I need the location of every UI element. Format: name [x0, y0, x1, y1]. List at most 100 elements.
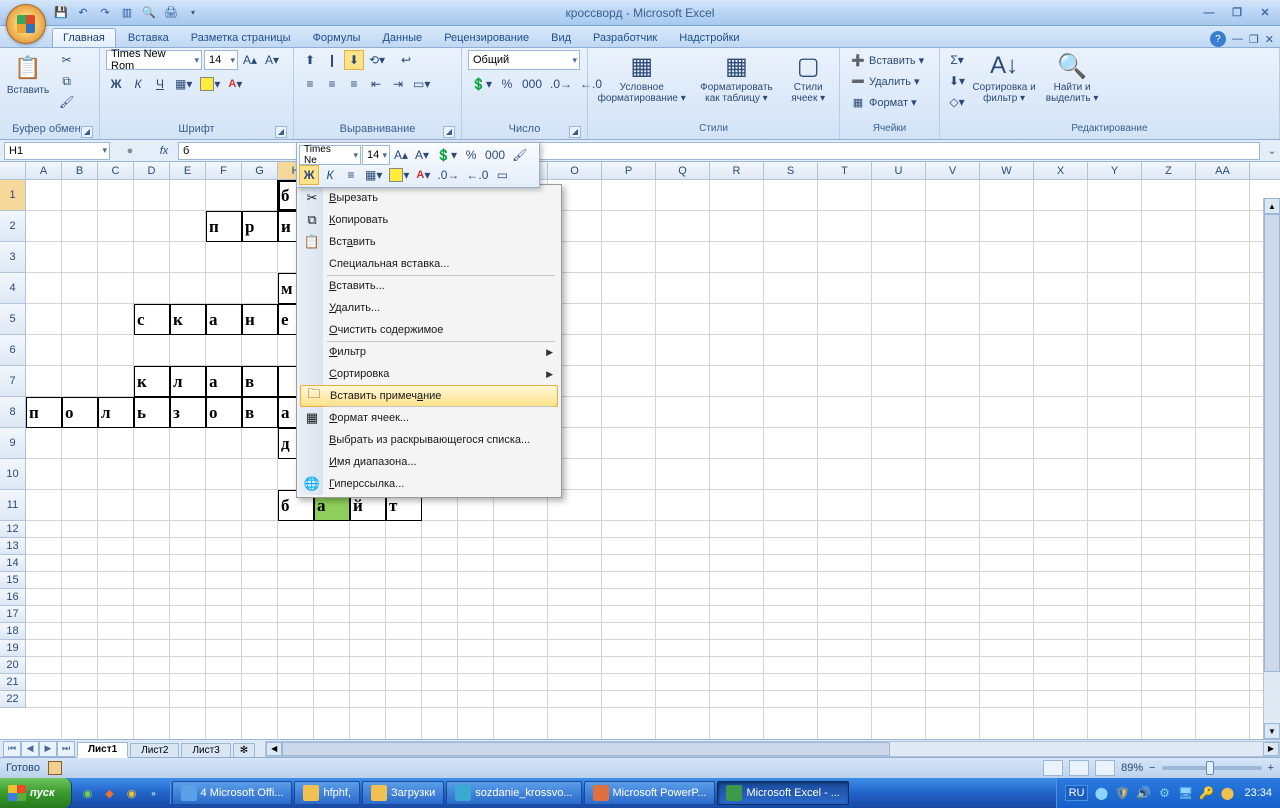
crossword-cell[interactable]: к — [170, 304, 206, 335]
underline-button[interactable]: Ч — [150, 74, 170, 94]
percent-icon[interactable]: % — [497, 74, 517, 94]
row-header[interactable]: 9 — [0, 428, 26, 459]
crossword-cell[interactable]: р — [242, 211, 278, 242]
new-sheet-button[interactable]: ✻ — [233, 743, 255, 757]
wrap-text-icon[interactable]: ↩ — [396, 50, 416, 70]
cell-styles-button[interactable]: ▢Стили ячеек ▾ — [783, 50, 833, 104]
inc-decimal-icon[interactable]: .0→ — [547, 74, 575, 94]
context-menu-item[interactable]: 📋Вставить — [299, 231, 559, 253]
font-size-combo[interactable]: 14 — [204, 50, 238, 70]
tray-icon[interactable]: 🖥 — [1177, 785, 1193, 801]
minimize-button[interactable]: ― — [1198, 4, 1220, 22]
dialog-launcher[interactable]: ◢ — [81, 126, 93, 138]
zoom-slider[interactable] — [1162, 766, 1262, 770]
row-header[interactable]: 15 — [0, 572, 26, 589]
column-header[interactable]: S — [764, 162, 818, 179]
taskbar-button[interactable]: Загрузки — [362, 781, 444, 805]
column-header[interactable]: B — [62, 162, 98, 179]
row-header[interactable]: 16 — [0, 589, 26, 606]
column-header[interactable]: U — [872, 162, 926, 179]
normal-view-icon[interactable] — [1043, 760, 1063, 776]
row-header[interactable]: 1 — [0, 180, 26, 211]
fill-color-button[interactable]: ▾ — [197, 74, 223, 94]
name-box[interactable]: H1 — [4, 142, 110, 160]
sheet-tab[interactable]: Лист2 — [130, 743, 179, 757]
insert-cells-button[interactable]: ➕Вставить ▾ — [846, 50, 928, 70]
align-right-icon[interactable]: ≡ — [344, 74, 364, 94]
mini-shrink-icon[interactable]: A▾ — [412, 145, 432, 165]
mini-size-combo[interactable]: 14 — [362, 145, 390, 165]
tab-home[interactable]: Главная — [52, 28, 116, 47]
column-header[interactable]: P — [602, 162, 656, 179]
tray-icon[interactable]: ⬤ — [1219, 785, 1235, 801]
column-header[interactable]: AA — [1196, 162, 1250, 179]
column-header[interactable]: T — [818, 162, 872, 179]
format-table-button[interactable]: ▦Форматировать как таблицу ▾ — [693, 50, 779, 104]
row-header[interactable]: 14 — [0, 555, 26, 572]
sort-filter-button[interactable]: A↓Сортировка и фильтр ▾ — [972, 50, 1036, 104]
row-header[interactable]: 12 — [0, 521, 26, 538]
sheet-tab[interactable]: Лист1 — [77, 742, 128, 758]
page-break-icon[interactable] — [1095, 760, 1115, 776]
worksheet-grid[interactable]: ABCDEFGHIJKLMNOPQRSTUVWXYZAA 12345678910… — [0, 162, 1280, 739]
save-icon[interactable]: 💾 — [52, 4, 70, 22]
crossword-cell[interactable]: л — [98, 397, 134, 428]
crossword-cell[interactable]: с — [134, 304, 170, 335]
tab-insert[interactable]: Вставка — [118, 29, 179, 47]
align-top-icon[interactable]: ⬆ — [300, 50, 320, 70]
mini-percent-icon[interactable]: % — [461, 145, 481, 165]
column-header[interactable]: E — [170, 162, 206, 179]
tab-data[interactable]: Данные — [372, 29, 432, 47]
print-preview-icon[interactable]: 🔍 — [140, 4, 158, 22]
align-center-icon[interactable]: ≡ — [322, 74, 342, 94]
column-header[interactable]: Z — [1142, 162, 1196, 179]
row-header[interactable]: 8 — [0, 397, 26, 428]
taskbar-button[interactable]: 4 Microsoft Offi... — [172, 781, 293, 805]
tab-layout[interactable]: Разметка страницы — [181, 29, 301, 47]
row-header[interactable]: 10 — [0, 459, 26, 490]
restore-button[interactable]: ❐ — [1226, 4, 1248, 22]
zoom-out-icon[interactable]: − — [1149, 762, 1155, 774]
crossword-cell[interactable]: в — [242, 366, 278, 397]
column-header[interactable]: A — [26, 162, 62, 179]
tab-prev-icon[interactable]: ◀ — [21, 741, 39, 757]
crossword-cell[interactable]: ь — [134, 397, 170, 428]
merge-button[interactable]: ▭▾ — [410, 74, 433, 94]
clock[interactable]: 23:34 — [1244, 787, 1272, 799]
fill-icon[interactable]: ⬇▾ — [946, 71, 968, 91]
mini-decdec-icon[interactable]: ←.0 — [463, 165, 491, 185]
row-header[interactable]: 18 — [0, 623, 26, 640]
dialog-launcher[interactable]: ◢ — [275, 126, 287, 138]
context-menu-item[interactable]: 🌐Гиперссылка... — [299, 473, 559, 495]
number-format-combo[interactable]: Общий — [468, 50, 580, 70]
mini-bold-button[interactable]: Ж — [299, 165, 319, 185]
help-icon[interactable]: ? — [1210, 31, 1226, 47]
mini-painter-icon[interactable]: 🖌 — [509, 145, 530, 165]
indent-inc-icon[interactable]: ⇥ — [388, 74, 408, 94]
column-header[interactable]: O — [548, 162, 602, 179]
delete-cells-button[interactable]: ➖Удалить ▾ — [846, 71, 928, 91]
column-header[interactable]: V — [926, 162, 980, 179]
column-header[interactable]: Q — [656, 162, 710, 179]
tab-view[interactable]: Вид — [541, 29, 581, 47]
context-menu-item[interactable]: ✂Вырезать — [299, 187, 559, 209]
context-menu-item[interactable]: Сортировка▶ — [299, 363, 559, 385]
mini-currency-icon[interactable]: 💲▾ — [433, 145, 460, 165]
crossword-cell[interactable]: з — [170, 397, 206, 428]
print-icon[interactable]: 🖨 — [162, 4, 180, 22]
sheet-tab[interactable]: Лист3 — [181, 743, 230, 757]
format-painter-icon[interactable]: 🖌 — [56, 92, 77, 112]
crossword-cell[interactable]: п — [26, 397, 62, 428]
ql-icon[interactable]: ◉ — [78, 782, 98, 804]
taskbar-button[interactable]: Microsoft Excel - ... — [717, 781, 849, 805]
scrollbar-thumb[interactable] — [282, 742, 890, 756]
crossword-cell[interactable]: п — [206, 211, 242, 242]
cut-icon[interactable]: ✂ — [56, 50, 77, 70]
tab-formulas[interactable]: Формулы — [303, 29, 371, 47]
conditional-format-button[interactable]: ▦Условное форматирование ▾ — [594, 50, 689, 104]
qat-dropdown-icon[interactable]: ▾ — [184, 4, 202, 22]
context-menu-item[interactable]: 🗀Вставить примечание — [300, 385, 558, 407]
context-menu-item[interactable]: Фильтр▶ — [299, 341, 559, 363]
scroll-right-icon[interactable]: ▶ — [1263, 742, 1279, 756]
crossword-cell[interactable]: л — [170, 366, 206, 397]
